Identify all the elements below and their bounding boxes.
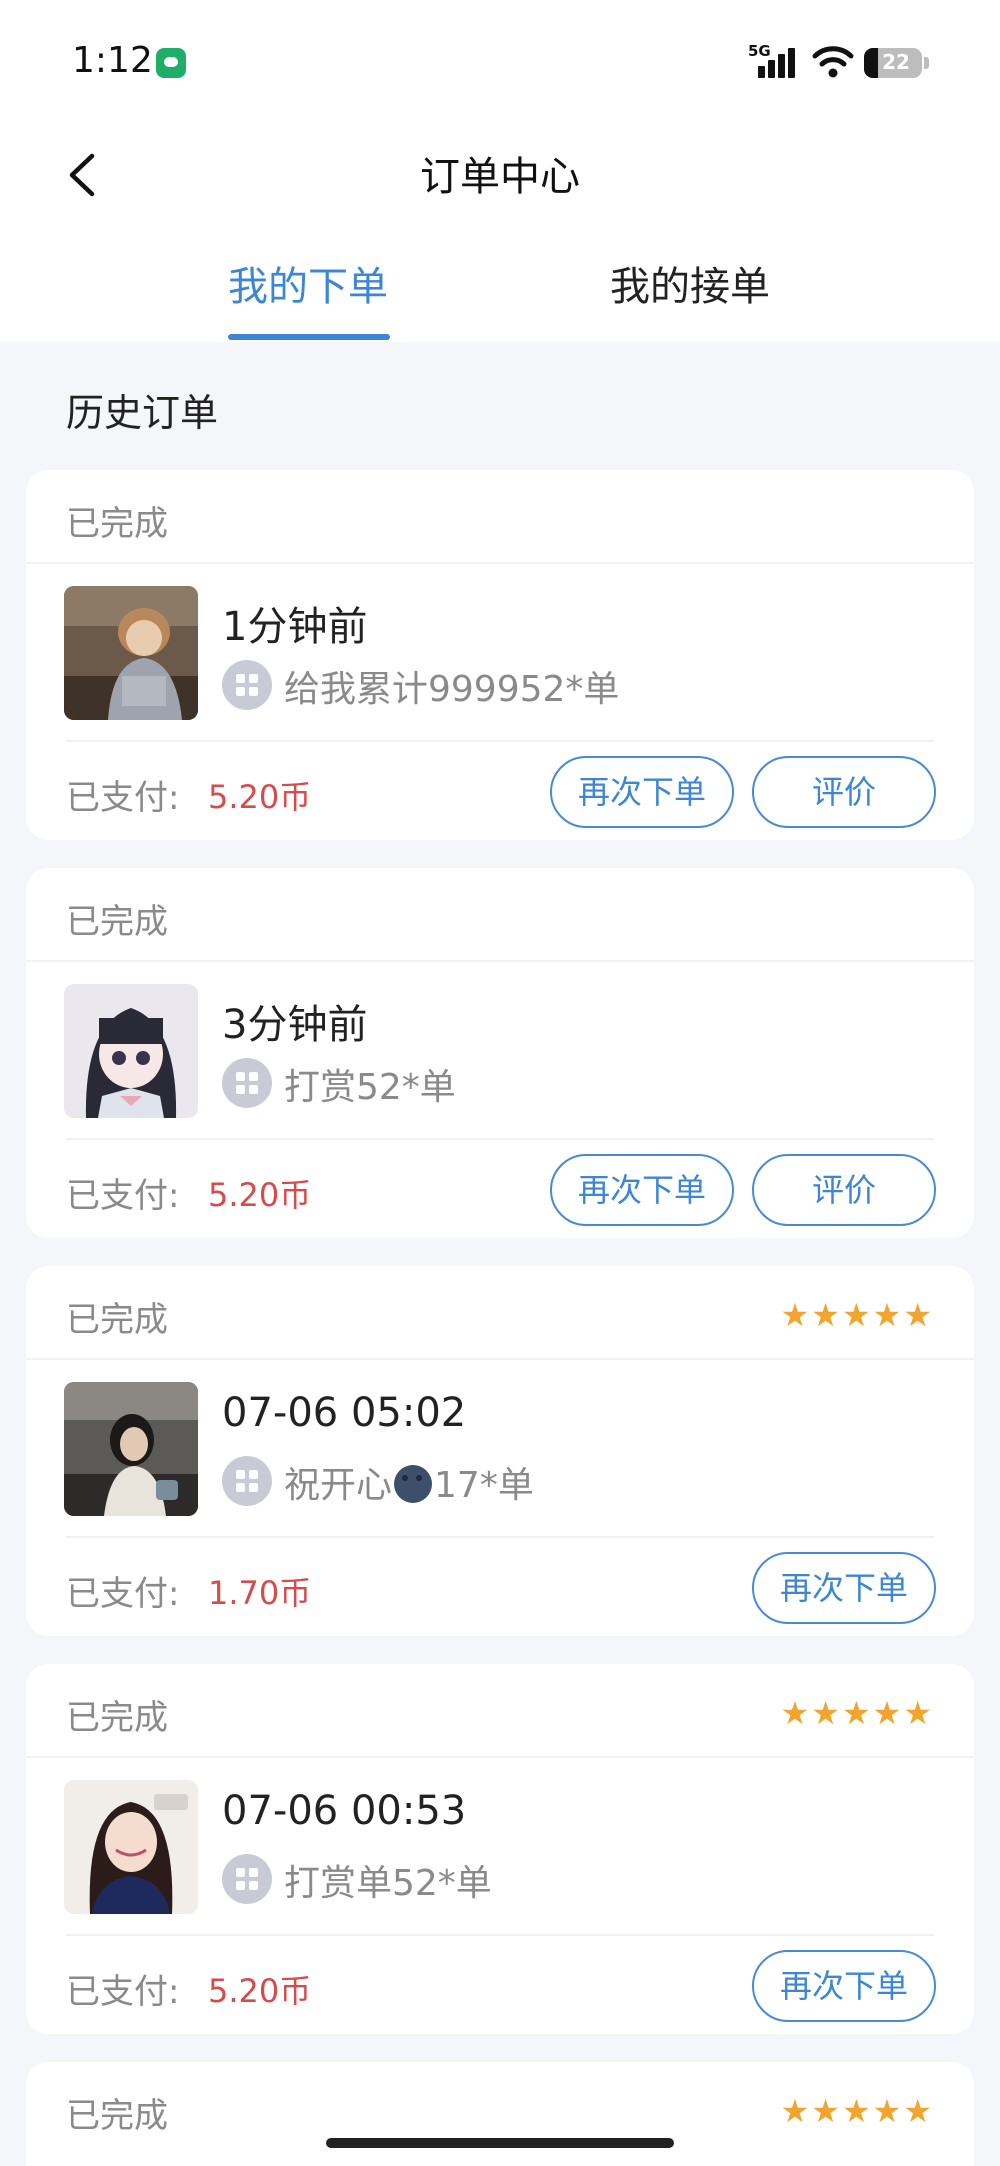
rating-stars: ★★★★★ bbox=[780, 1296, 934, 1334]
reorder-button[interactable]: 再次下单 bbox=[752, 1950, 936, 2022]
order-card[interactable]: 已完成 ★★★★★ 07-06 05:02 祝开心 17*单 已支付: 1.70币… bbox=[26, 1266, 974, 1636]
order-description: 打赏单52*单 bbox=[284, 1863, 492, 1904]
nav-bar: 订单中心 bbox=[0, 130, 1000, 220]
network-type: 5G bbox=[748, 42, 771, 60]
avatar[interactable] bbox=[64, 586, 198, 720]
divider bbox=[66, 1934, 934, 1936]
paid-amount: 1.70币 bbox=[208, 1574, 312, 1612]
rating-stars: ★★★★★ bbox=[780, 2092, 934, 2130]
reorder-button[interactable]: 再次下单 bbox=[752, 1552, 936, 1624]
order-card[interactable]: 已完成 1分钟前 给我累计999952*单 已支付: 5.20币 再次下单 评价 bbox=[26, 470, 974, 840]
tab-my-accepted[interactable]: 我的接单 bbox=[610, 254, 770, 312]
wifi-icon bbox=[812, 44, 854, 80]
order-status: 已完成 bbox=[66, 2096, 168, 2136]
rating-stars: ★★★★★ bbox=[780, 1694, 934, 1732]
divider bbox=[66, 1536, 934, 1538]
status-time: 1:12 bbox=[72, 40, 153, 81]
order-status: 已完成 bbox=[66, 902, 168, 942]
order-card[interactable]: 已完成 ★★★★★ bbox=[26, 2062, 974, 2166]
active-tab-indicator bbox=[228, 334, 390, 340]
reorder-button[interactable]: 再次下单 bbox=[550, 756, 734, 828]
order-description: 祝开心 17*单 bbox=[284, 1465, 534, 1506]
order-status: 已完成 bbox=[66, 504, 168, 544]
divider bbox=[26, 1756, 974, 1758]
paid-label: 已支付: bbox=[66, 1574, 180, 1614]
paid-amount: 5.20币 bbox=[208, 778, 312, 816]
chat-notification-icon bbox=[156, 48, 186, 78]
divider bbox=[66, 740, 934, 742]
order-time: 1分钟前 bbox=[222, 604, 368, 650]
order-time: 07-06 05:02 bbox=[222, 1390, 467, 1436]
order-status: 已完成 bbox=[66, 1698, 168, 1738]
review-button[interactable]: 评价 bbox=[752, 756, 936, 828]
divider bbox=[66, 1138, 934, 1140]
battery-level: 22 bbox=[882, 50, 910, 74]
order-time: 07-06 00:53 bbox=[222, 1788, 467, 1834]
divider bbox=[26, 960, 974, 962]
service-grid-icon bbox=[222, 660, 272, 710]
avatar[interactable] bbox=[64, 984, 198, 1118]
service-grid-icon bbox=[222, 1854, 272, 1904]
order-card[interactable]: 已完成 ★★★★★ 07-06 00:53 打赏单52*单 已支付: 5.20币… bbox=[26, 1664, 974, 2034]
paid-label: 已支付: bbox=[66, 1972, 180, 2012]
tab-my-orders[interactable]: 我的下单 bbox=[228, 254, 388, 312]
page-title: 订单中心 bbox=[420, 154, 580, 200]
order-description: 给我累计999952*单 bbox=[284, 669, 620, 710]
order-status: 已完成 bbox=[66, 1300, 168, 1340]
paid-amount: 5.20币 bbox=[208, 1176, 312, 1214]
reorder-button[interactable]: 再次下单 bbox=[550, 1154, 734, 1226]
order-description: 打赏52*单 bbox=[284, 1067, 456, 1108]
order-time: 3分钟前 bbox=[222, 1002, 368, 1048]
avatar[interactable] bbox=[64, 1382, 198, 1516]
home-indicator bbox=[326, 2138, 674, 2148]
battery-icon: 22 bbox=[864, 48, 922, 78]
moon-face-emoji bbox=[394, 1465, 433, 1503]
paid-label: 已支付: bbox=[66, 1176, 180, 1216]
service-grid-icon bbox=[222, 1456, 272, 1506]
paid-amount: 5.20币 bbox=[208, 1972, 312, 2010]
cellular-signal-icon: 5G bbox=[748, 42, 804, 82]
review-button[interactable]: 评价 bbox=[752, 1154, 936, 1226]
divider bbox=[26, 1358, 974, 1360]
service-grid-icon bbox=[222, 1058, 272, 1108]
paid-label: 已支付: bbox=[66, 778, 180, 818]
tab-bar: 我的下单 我的接单 bbox=[0, 250, 1000, 342]
status-bar: 1:12 5G 22 bbox=[0, 0, 1000, 130]
order-card[interactable]: 已完成 3分钟前 打赏52*单 已支付: 5.20币 再次下单 评价 bbox=[26, 868, 974, 1238]
section-title: 历史订单 bbox=[66, 391, 219, 435]
divider bbox=[26, 562, 974, 564]
avatar[interactable] bbox=[64, 1780, 198, 1914]
